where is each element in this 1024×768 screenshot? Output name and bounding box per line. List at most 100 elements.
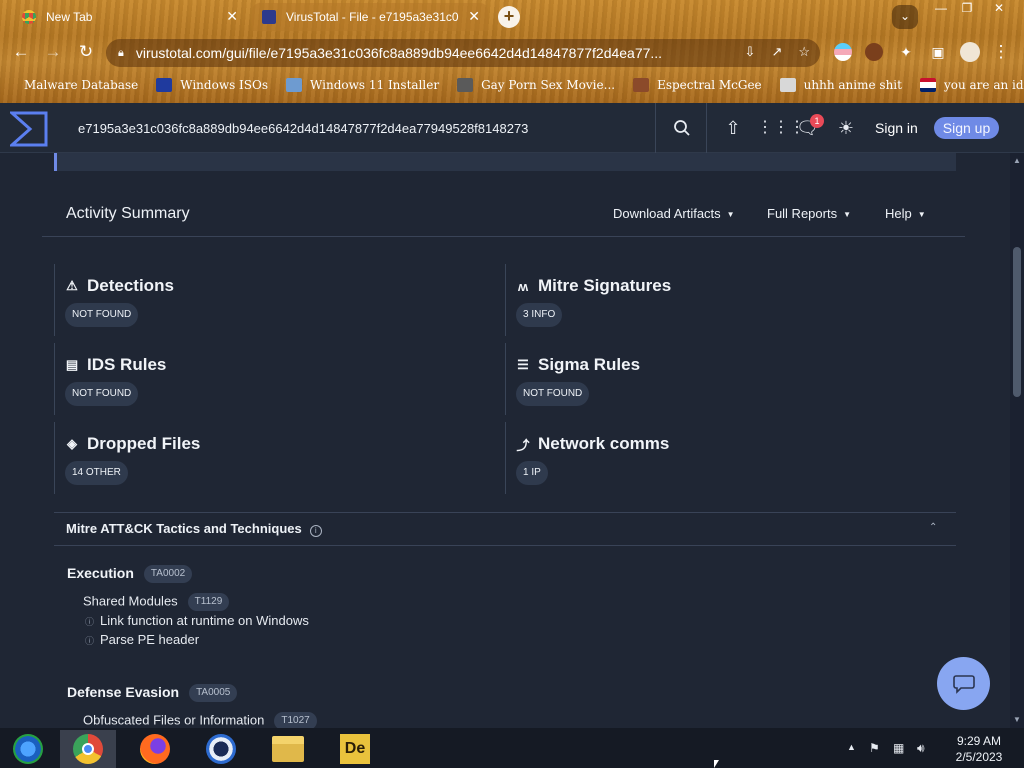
close-tab-icon[interactable]: ✕ [226,8,238,25]
extension-avatar-icon[interactable] [865,43,883,61]
tactic-id-badge[interactable]: TA0005 [189,684,238,703]
extensions-puzzle-icon[interactable]: ✦ [895,41,917,63]
card-title: ⤴ Network comms [516,434,670,453]
bookmark-item[interactable]: Gay Porn Sex Movie... [457,78,615,92]
lock-icon[interactable]: 🔒︎ [118,47,124,60]
sign-in-link[interactable]: Sign in [875,120,918,136]
reload-icon[interactable]: ↻ [75,41,97,63]
apps-grid-icon[interactable]: ⋮⋮⋮ [757,117,805,139]
chrome-menu-icon[interactable]: ⋮ [990,41,1012,63]
scroll-up-arrow-icon[interactable]: ▲ [1011,156,1023,165]
download-artifacts-menu[interactable]: Download Artifacts ▼ [613,206,735,221]
mitre-section-header[interactable]: Mitre ATT&CK Tactics and Techniques i [66,521,322,537]
divider [54,512,956,513]
share-icon[interactable]: ↗ [771,44,782,60]
extension-flag-icon[interactable] [834,43,852,61]
help-menu[interactable]: Help ▼ [885,206,926,221]
clock-time: 9:29 AM [956,734,1002,748]
forward-icon[interactable]: → [42,41,64,63]
bookmark-item[interactable]: Malware Database [24,78,138,92]
chat-support-button[interactable] [937,657,990,710]
restore-button[interactable]: ❐ [954,0,980,18]
divider [54,545,956,546]
bookmark-item[interactable]: uhhh anime shit [779,78,902,92]
new-tab-button[interactable]: + [498,6,520,28]
virustotal-logo-icon[interactable] [10,111,48,147]
system-clock[interactable]: 9:29 AM 2/5/2023 [940,733,1018,765]
technique-shared-modules[interactable]: Shared Modules T1129 [83,593,230,611]
back-icon[interactable]: ← [10,41,32,63]
mouse-cursor [714,760,719,768]
scroll-down-arrow-icon[interactable]: ▼ [1011,715,1023,724]
action-center-flag-icon[interactable]: ⚑ [869,741,880,755]
bookmark-image-icon [457,78,474,92]
mitre-signatures-card[interactable]: ʍ Mitre Signatures 3 INFO [505,264,945,336]
collapse-chevron-icon[interactable]: ⌃ [929,522,937,533]
opera-taskbar-button[interactable] [193,730,249,768]
chrome-taskbar-button[interactable] [60,730,116,768]
status-badge: NOT FOUND [65,303,139,327]
search-value[interactable]: e7195a3e31c036fc8a889db94ee6642d4d148478… [78,121,528,136]
side-panel-icon[interactable]: ▣ [927,41,949,63]
info-icon[interactable]: i [309,525,322,537]
scrollbar-thumb[interactable] [1013,247,1021,397]
detections-card[interactable]: ⚠︎ Detections NOT FOUND [54,264,494,336]
card-title: ▤ IDS Rules [65,355,167,374]
folder-icon [272,736,304,762]
bookmark-item[interactable]: Espectral McGee [633,78,762,92]
search-icon[interactable] [657,103,707,153]
start-button[interactable] [0,730,56,768]
de-app-taskbar-button[interactable]: De [327,730,383,768]
dropped-files-icon: ◈ [67,436,77,451]
bookmark-star-icon[interactable]: ☆ [798,44,810,60]
url-text[interactable]: virustotal.com/gui/file/e7195a3e31c036fc… [136,45,726,61]
tactic-defense-evasion[interactable]: Defense Evasion TA0005 [67,684,238,703]
network-icon[interactable]: ▦ [893,741,904,755]
card-title: ʍ Mitre Signatures [517,276,672,295]
address-bar[interactable]: 🔒︎ virustotal.com/gui/file/e7195a3e31c03… [106,39,820,67]
virustotal-header: e7195a3e31c036fc8a889db94ee6642d4d148478… [0,103,1024,153]
browser-chrome: New Tab ✕ VirusTotal - File - e7195a3e31… [0,0,1024,103]
close-window-button[interactable]: ✕ [986,0,1012,18]
ids-rules-card[interactable]: ▤ IDS Rules NOT FOUND [54,343,494,415]
dropped-files-card[interactable]: ◈ Dropped Files 14 OTHER [54,422,494,494]
info-icon: ⓘ [85,617,95,627]
tab-title: New Tab [46,10,93,24]
tab-new-tab[interactable]: New Tab ✕ [12,3,246,31]
close-tab-icon[interactable]: ✕ [468,8,480,25]
signature-item: ⓘ Parse PE header [85,632,200,647]
tactic-id-badge[interactable]: TA0002 [143,565,193,584]
x-logo-icon [156,78,173,92]
sigma-rules-card[interactable]: ☰ Sigma Rules NOT FOUND [505,343,945,415]
windows-orb-icon [13,734,43,764]
technique-id-badge[interactable]: T1129 [187,593,230,611]
firefox-icon [140,734,170,764]
bookmark-item[interactable]: you are an idiot! [919,78,1024,92]
caret-down-icon: ▼ [843,210,851,220]
card-title: ◈ Dropped Files [67,434,201,453]
network-icon: ⤴ [516,437,530,453]
show-hidden-icons-icon[interactable]: ▲ [847,742,856,752]
minimize-button[interactable]: — [928,0,954,18]
flag-icon [919,78,936,92]
bookmark-item[interactable]: Windows 11 Installer [286,78,439,92]
search-input[interactable]: e7195a3e31c036fc8a889db94ee6642d4d148478… [64,103,656,153]
sign-up-button[interactable]: Sign up [934,117,999,139]
tab-search-button[interactable]: ⌄ [892,5,918,29]
full-reports-menu[interactable]: Full Reports ▼ [767,206,851,221]
firefox-taskbar-button[interactable] [127,730,183,768]
tactic-execution[interactable]: Execution TA0002 [67,565,193,584]
bookmark-item[interactable]: Windows ISOs [156,78,268,92]
profile-avatar-icon[interactable] [960,42,980,62]
tab-strip: New Tab ✕ VirusTotal - File - e7195a3e31… [0,0,1024,34]
info-icon: ⓘ [85,636,95,646]
network-comms-card[interactable]: ⤴ Network comms 1 IP [505,422,945,494]
tab-virustotal[interactable]: VirusTotal - File - e7195a3e31c0 ✕ [252,3,488,31]
chrome-icon [22,10,36,24]
theme-toggle-icon[interactable]: ☀︎ [835,117,857,139]
volume-icon[interactable]: 🔊︎ [917,741,925,756]
page-scrollbar[interactable] [1010,153,1024,728]
file-explorer-taskbar-button[interactable] [260,730,316,768]
upload-icon[interactable]: ⇧ [722,117,744,139]
install-app-icon[interactable]: ⇩ [745,44,756,60]
